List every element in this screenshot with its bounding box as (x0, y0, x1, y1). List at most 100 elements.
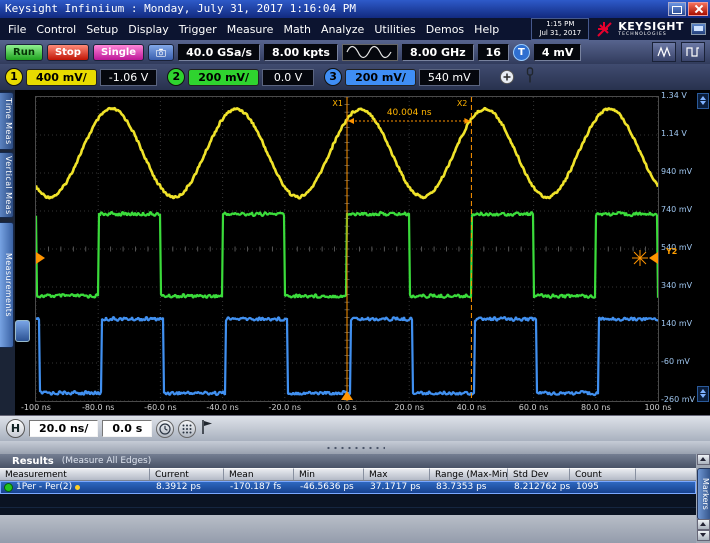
results-table-body: 1Per - Per(2) 8.3912 ps -170.187 fs -46.… (0, 481, 696, 515)
measurement-range: 83.7353 ps (431, 482, 509, 493)
acquisition-mode-button[interactable] (342, 44, 398, 61)
square-pulse-icon (686, 45, 700, 59)
column-header[interactable]: Max (364, 468, 430, 480)
tab-measurements[interactable]: Measurements (0, 222, 14, 348)
minimize-button[interactable] (668, 2, 686, 16)
close-icon (695, 5, 703, 13)
menu-item[interactable]: Measure (222, 21, 279, 38)
clock-date: Jul 31, 2017 (539, 29, 581, 38)
result-row[interactable]: 1Per - Per(2) 8.3912 ps -170.187 fs -46.… (0, 481, 696, 494)
menu-item[interactable]: Demos (421, 21, 469, 38)
down-arrow-icon (700, 533, 706, 537)
menu-item[interactable]: File (3, 21, 31, 38)
menu-item[interactable]: Utilities (369, 21, 420, 38)
run-button[interactable]: Run (5, 44, 43, 61)
menu-item[interactable]: Help (469, 21, 504, 38)
horizontal-badge[interactable]: H (6, 419, 25, 438)
probe-setup-button[interactable] (523, 67, 537, 88)
screenshot-button[interactable] (148, 44, 174, 61)
menu-item[interactable]: Setup (81, 21, 123, 38)
close-button[interactable] (688, 2, 708, 16)
results-column-headers: MeasurementCurrentMeanMinMaxRange (Max-M… (0, 468, 696, 481)
probe-icon (523, 67, 537, 84)
delay-knob-button[interactable] (156, 420, 174, 438)
channel-bar: 1 400 mV/ -1.06 V 2 200 mV/ 0.0 V 3 200 … (0, 64, 710, 90)
marker-flag-button[interactable] (200, 419, 213, 439)
tab-markers[interactable]: Markers (697, 468, 710, 520)
column-header[interactable]: Count (570, 468, 636, 480)
panel-splitter[interactable] (0, 441, 710, 454)
channel-scale-button[interactable]: 200 mV/ (188, 69, 259, 86)
channel-offset-field[interactable]: 0.0 V (262, 69, 314, 86)
menu-item[interactable]: Analyze (316, 21, 369, 38)
x-axis-label: -80.0 ns (82, 403, 114, 412)
timebase-position-field[interactable]: 0.0 s (102, 420, 152, 437)
measurement-name: 1Per - Per(2) (16, 482, 72, 493)
acquisition-toolbar: Run Stop Single 40.0 GSa/s 8.00 kpts 8.0… (0, 40, 710, 64)
waveform-tools-button[interactable] (652, 42, 676, 62)
column-header[interactable]: Mean (224, 468, 294, 480)
column-header[interactable]: Range (Max-Min) (430, 468, 508, 480)
waveform-canvas: 40.004 nsX1X2 (36, 97, 658, 401)
channel-scale-button[interactable]: 200 mV/ (345, 69, 416, 86)
touch-zones-button[interactable] (178, 420, 196, 438)
menu-bar: FileControlSetupDisplayTriggerMeasureMat… (0, 18, 710, 40)
column-header[interactable]: Min (294, 468, 364, 480)
channel-group: 2 200 mV/ 0.0 V (167, 68, 314, 86)
channel-offset-field[interactable]: -1.06 V (100, 69, 157, 86)
window-title: Keysight Infiniium : Monday, July 31, 20… (5, 2, 356, 15)
timebase-scale-field[interactable]: 20.0 ns/ (29, 420, 98, 437)
y-axis-label: 140 mV (661, 319, 692, 328)
clock-time: 1:15 PM (539, 20, 581, 29)
empty-result-row (0, 494, 696, 508)
up-arrow-icon (700, 457, 706, 461)
measurement-name-cell: 1Per - Per(2) (1, 482, 151, 493)
display-icon[interactable] (691, 23, 706, 35)
single-button[interactable]: Single (93, 44, 144, 61)
tab-time-meas[interactable]: Time Meas (0, 92, 14, 150)
measurement-mean: -170.187 fs (225, 482, 295, 493)
menu-item[interactable]: Control (31, 21, 81, 38)
results-right-strip: Markers (696, 454, 710, 543)
trigger-level-field[interactable]: 4 mV (534, 44, 581, 61)
channel-scale-button[interactable]: 400 mV/ (26, 69, 97, 86)
tab-vertical-meas[interactable]: Vertical Meas (0, 152, 14, 218)
x-axis-label: 80.0 ns (581, 403, 611, 412)
menu-item[interactable]: Display (123, 21, 174, 38)
drag-handle-icon[interactable] (15, 320, 30, 342)
y-cursor-right-marker (649, 252, 658, 264)
scope-display-region: Time Meas Vertical Meas Measurements 40.… (0, 90, 710, 415)
oscilloscope-window: Keysight Infiniium : Monday, July 31, 20… (0, 0, 710, 543)
channel-offset-field[interactable]: 540 mV (419, 69, 480, 86)
measurement-count: 1095 (571, 482, 637, 493)
averaging-count-field[interactable]: 16 (478, 44, 509, 61)
delta-arrow-left (348, 118, 354, 124)
menu-item[interactable]: Trigger (174, 21, 222, 38)
scroll-down-button[interactable] (697, 530, 710, 541)
y2-cursor-label[interactable]: Y2 (666, 247, 677, 256)
up-arrow-icon-2 (700, 522, 706, 526)
add-waveform-button[interactable] (499, 69, 516, 86)
scroll-up-button[interactable] (697, 454, 710, 465)
trigger-badge[interactable]: T (513, 44, 530, 61)
stop-button[interactable]: Stop (47, 44, 89, 61)
memory-depth-field[interactable]: 8.00 kpts (264, 44, 338, 61)
y-cursor-left-marker (36, 252, 45, 264)
waveform-plot[interactable]: 40.004 nsX1X2 (35, 96, 659, 402)
column-header[interactable]: Current (150, 468, 224, 480)
column-header[interactable]: Std Dev (508, 468, 570, 480)
channel-number-badge[interactable]: 2 (167, 68, 185, 86)
x-axis-label: 100 ns (644, 403, 671, 412)
scroll-up-down-icon[interactable] (697, 93, 709, 109)
x1-cursor-label: X1 (332, 99, 343, 108)
scroll-up-down-icon-bottom[interactable] (697, 386, 709, 402)
sample-rate-field[interactable]: 40.0 GSa/s (178, 44, 260, 61)
channel-number-badge[interactable]: 3 (324, 68, 342, 86)
channel-number-badge[interactable]: 1 (5, 68, 23, 86)
column-header[interactable]: Measurement (0, 468, 150, 480)
x-axis-label: -60.0 ns (144, 403, 176, 412)
bandwidth-field[interactable]: 8.00 GHz (402, 44, 474, 61)
scroll-up-button-2[interactable] (697, 519, 710, 530)
menu-item[interactable]: Math (278, 21, 316, 38)
pulse-tools-button[interactable] (681, 42, 705, 62)
